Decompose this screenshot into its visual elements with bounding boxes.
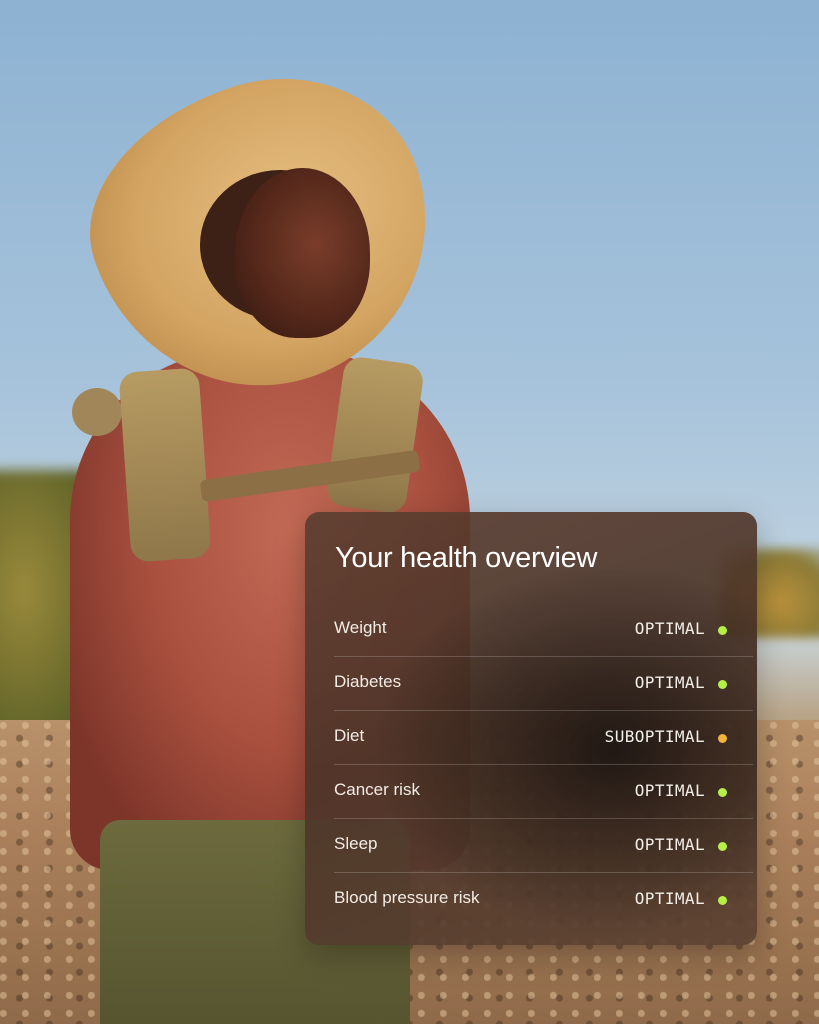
status-dot-icon [718, 680, 727, 689]
hiker-face [235, 168, 370, 338]
health-metric-row: Diet SUBOPTIMAL [334, 711, 753, 765]
backpack-strap-left [118, 367, 212, 563]
health-metric-row: Cancer risk OPTIMAL [334, 765, 753, 819]
health-overview-card: Your health overview Weight OPTIMAL Diabet… [305, 512, 757, 945]
health-metric-row: Sleep OPTIMAL [334, 819, 753, 873]
health-metric-row: Diabetes OPTIMAL [334, 657, 753, 711]
health-metric-row: Blood pressure risk OPTIMAL [334, 873, 753, 927]
status-dot-icon [718, 842, 727, 851]
metric-status: SUBOPTIMAL [604, 727, 705, 746]
status-dot-icon [718, 788, 727, 797]
health-metric-list: Weight OPTIMAL Diabetes OPTIMAL Diet SUBOPTIM… [334, 603, 753, 927]
metric-label: Blood pressure risk [334, 888, 480, 907]
card-title: Your health overview [335, 542, 598, 574]
metric-status: OPTIMAL [634, 673, 705, 692]
metric-label: Weight [334, 618, 387, 637]
metric-status: OPTIMAL [634, 889, 705, 908]
metric-label: Cancer risk [334, 780, 420, 799]
status-dot-icon [718, 896, 727, 905]
health-metric-row: Weight OPTIMAL [334, 603, 753, 657]
backpack-roll [72, 388, 122, 436]
status-dot-icon [718, 626, 727, 635]
metric-label: Diabetes [334, 672, 402, 691]
status-dot-icon [718, 734, 727, 743]
metric-label: Diet [334, 726, 365, 745]
metric-status: OPTIMAL [634, 781, 705, 800]
metric-label: Sleep [334, 834, 378, 853]
metric-status: OPTIMAL [634, 619, 705, 638]
metric-status: OPTIMAL [634, 835, 705, 854]
